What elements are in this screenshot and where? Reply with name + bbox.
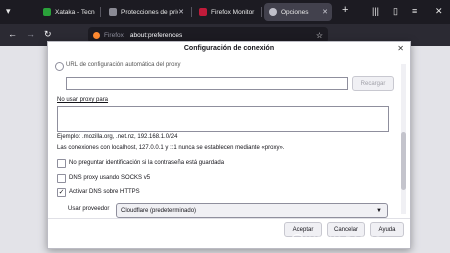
tab-list-icon[interactable]: ▾ — [6, 6, 11, 17]
autoconfig-radio[interactable] — [55, 62, 64, 71]
provider-label: Usar proveedor — [68, 206, 110, 212]
scrollbar-thumb[interactable] — [401, 132, 406, 190]
scrollbar[interactable] — [401, 64, 406, 214]
back-icon[interactable]: ← — [8, 29, 17, 39]
localhost-note: Las conexiones con localhost, 127.0.0.1 … — [57, 145, 285, 151]
tab-protecciones[interactable]: Protecciones de priv ✕ — [104, 3, 188, 21]
firefox-logo-icon — [93, 31, 100, 39]
provider-value: Cloudflare (predeterminado) — [121, 207, 197, 214]
bookmark-star-icon[interactable]: ☆ — [316, 31, 323, 40]
close-icon[interactable]: ✕ — [178, 8, 184, 16]
xataka-logo-icon — [291, 234, 304, 247]
connection-settings-dialog: Configuración de conexión ✕ URL de confi… — [47, 41, 411, 249]
tab-opciones[interactable]: Opciones ✕ — [264, 3, 332, 21]
tab-bar: ▾ Xataka - Tecnología Protecciones de pr… — [0, 0, 450, 24]
chevron-down-icon: ▼ — [376, 207, 382, 214]
reload-icon[interactable]: ↻ — [44, 29, 52, 40]
monitor-favicon-icon — [199, 8, 207, 16]
gear-favicon-icon — [269, 8, 277, 16]
window-close-icon[interactable]: ✕ — [435, 6, 443, 17]
socks-dns-label: DNS proxy usando SOCKS v5 — [69, 175, 151, 181]
tab-label: Xataka - Tecnología — [55, 8, 95, 16]
tab-label: Protecciones de priv — [121, 8, 179, 16]
autoconfig-label: URL de configuración automática del prox… — [66, 62, 181, 68]
close-icon[interactable]: ✕ — [397, 44, 404, 53]
socks-dns-checkbox[interactable] — [57, 174, 66, 183]
browser-name: Firefox — [104, 31, 124, 39]
watermark: XATAKA BASICS — [305, 235, 382, 245]
no-proxy-label: No usar proxy para — [57, 97, 109, 103]
forward-icon[interactable]: → — [26, 29, 35, 39]
doh-label: Activar DNS sobre HTTPS — [69, 189, 140, 195]
tab-xataka[interactable]: Xataka - Tecnología — [38, 3, 96, 21]
xataka-favicon-icon — [43, 8, 51, 16]
tab-label: Firefox Monitor — [211, 8, 255, 16]
auth-checkbox[interactable] — [57, 159, 66, 168]
doh-checkbox[interactable]: ✓ — [57, 188, 66, 197]
tab-label: Opciones — [281, 8, 309, 16]
example-text: Ejemplo: .mozilla.org, .net.nz, 192.168.… — [57, 134, 178, 140]
divider — [48, 218, 410, 219]
dialog-title: Configuración de conexión — [183, 45, 275, 52]
shield-favicon-icon — [109, 8, 117, 16]
new-tab-button[interactable]: + — [342, 4, 348, 16]
library-icon[interactable]: ||| — [372, 6, 379, 16]
sidebar-icon[interactable]: ▯ — [393, 6, 398, 17]
auth-checkbox-label: No preguntar identificación si la contra… — [69, 160, 225, 166]
no-proxy-textarea[interactable] — [57, 106, 389, 132]
close-icon[interactable]: ✕ — [322, 8, 328, 16]
reload-button[interactable]: Recargar — [352, 76, 394, 91]
menu-icon[interactable]: ≡ — [412, 6, 417, 16]
autoconfig-url-input[interactable] — [66, 77, 348, 90]
url-text: about:preferences — [129, 31, 183, 39]
tab-monitor[interactable]: Firefox Monitor — [194, 3, 258, 21]
provider-select[interactable]: Cloudflare (predeterminado) ▼ — [116, 203, 388, 218]
